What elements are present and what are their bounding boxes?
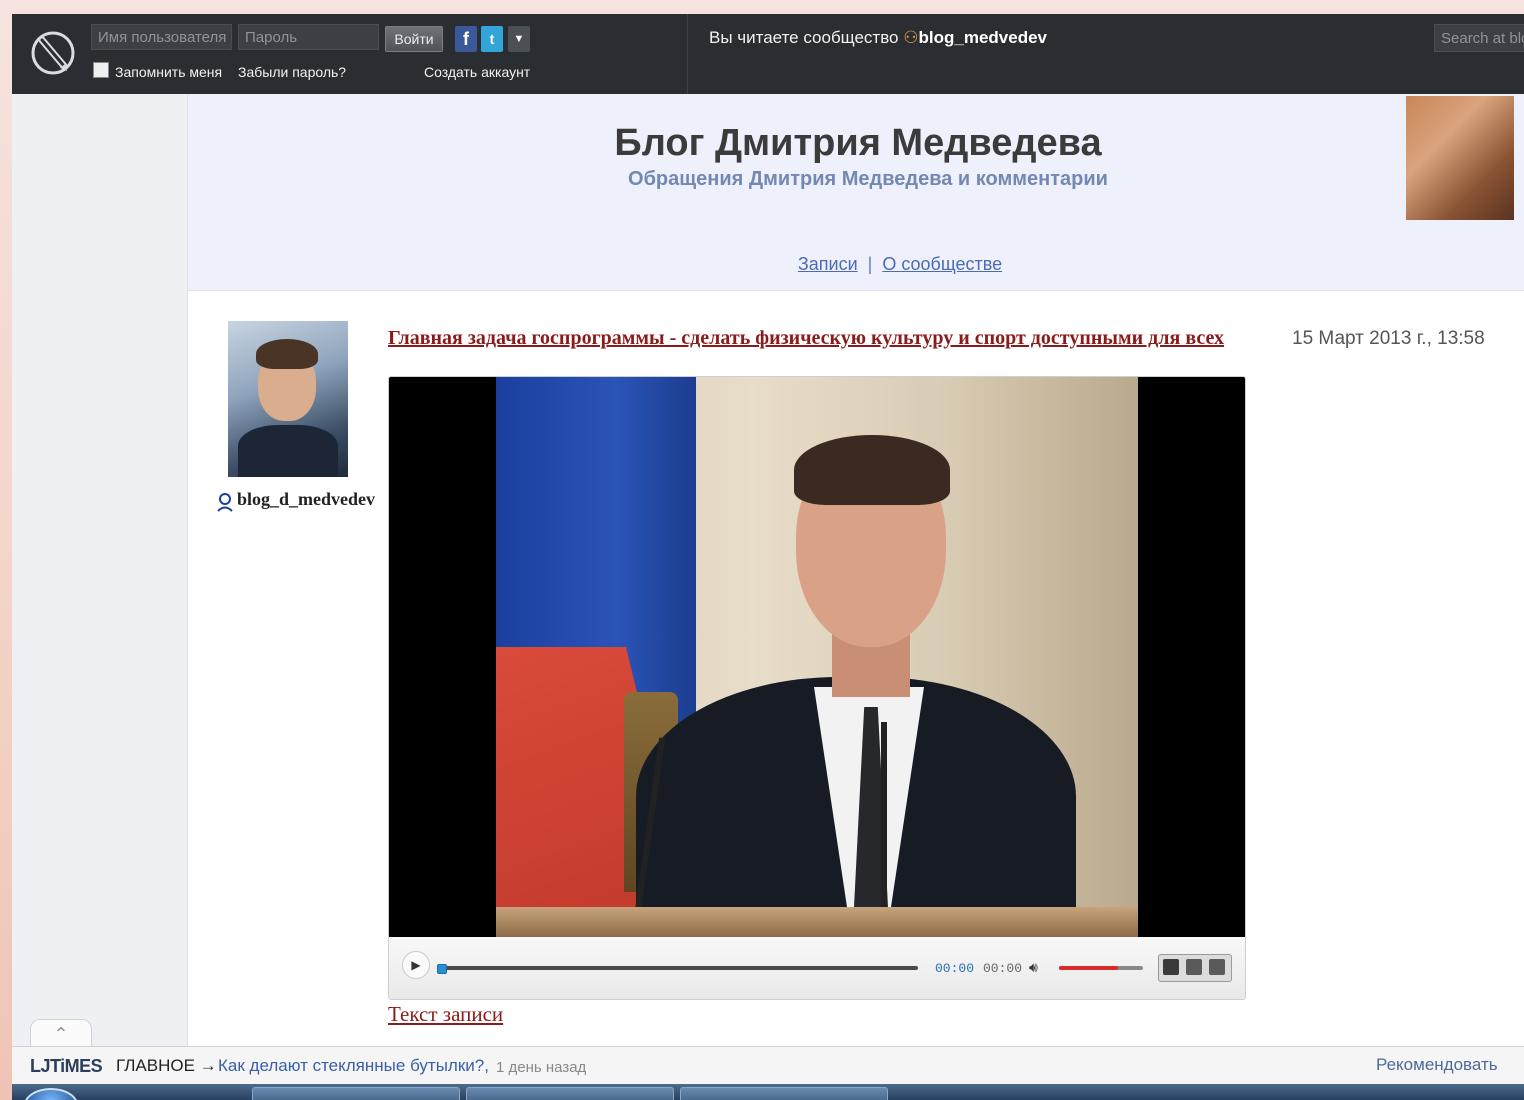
blog-subtitle: Обращения Дмитрия Медведева и комментари… [628, 168, 1108, 190]
size-large-icon[interactable] [1209, 959, 1225, 975]
community-icon: ⚇ [903, 28, 919, 47]
size-medium-icon[interactable] [1186, 959, 1202, 975]
start-orb-icon[interactable] [24, 1088, 78, 1100]
volume-icon[interactable]: 🔊︎ [1029, 959, 1038, 976]
video-still [496, 377, 1138, 937]
volume-slider[interactable] [1059, 966, 1143, 970]
header-avatar [1406, 96, 1514, 220]
author-username[interactable]: blog_d_medvedev [237, 489, 375, 510]
news-link[interactable]: Как делают стеклянные бутылки?, [218, 1056, 489, 1076]
username-input[interactable]: Имя пользователя [91, 24, 232, 50]
player-size-buttons [1158, 954, 1232, 982]
blog-nav: Записи | О сообществе [188, 254, 1524, 275]
main-news-label: ГЛАВНОЕ → [116, 1056, 217, 1075]
forgot-password-link[interactable]: Забыли пароль? [238, 64, 346, 80]
post-title-link[interactable]: Главная задача госпрограммы - сделать фи… [388, 327, 1224, 350]
ljtimes-bar: LJTiMES ГЛАВНОЕ → Как делают стеклянные … [12, 1046, 1524, 1085]
taskbar-button-1[interactable] [252, 1087, 460, 1100]
blog-title: Блог Дмитрия Медведева [614, 122, 1102, 164]
user-icon[interactable] [217, 492, 233, 512]
news-age: 1 день назад [496, 1059, 587, 1076]
left-sidebar [12, 94, 188, 1074]
video-frame[interactable] [389, 377, 1245, 937]
current-time: 00:00 [935, 961, 975, 976]
chevron-up-icon[interactable]: ⌃ [30, 1019, 92, 1048]
remember-me-checkbox[interactable] [93, 62, 109, 78]
volume-level [1059, 966, 1118, 970]
chevron-down-icon[interactable]: ▼ [508, 26, 530, 52]
remember-me-label[interactable]: Запомнить меня [115, 64, 222, 80]
video-player[interactable]: ▶ 00:00 00:00 🔊︎ [388, 376, 1246, 1000]
twitter-icon[interactable]: t [481, 26, 503, 52]
userpic-suit [238, 425, 338, 477]
login-button[interactable]: Войти [385, 26, 443, 52]
taskbar-button-2[interactable] [466, 1087, 674, 1100]
userpic-hair [256, 339, 318, 369]
nav-about-link[interactable]: О сообществе [882, 254, 1002, 274]
speaker-hair [794, 435, 950, 505]
total-time: 00:00 [983, 961, 1023, 976]
recommend-link[interactable]: Рекомендовать [1376, 1055, 1498, 1075]
size-small-icon[interactable] [1163, 959, 1179, 975]
password-input[interactable]: Пароль [238, 24, 379, 50]
ljtimes-logo[interactable]: LJTiMES [30, 1056, 103, 1077]
nav-entries-link[interactable]: Записи [798, 254, 858, 274]
desk [496, 907, 1138, 937]
blog-header: Блог Дмитрия Медведева Обращения Дмитрия… [188, 94, 1524, 291]
post-date: 15 Март 2013 г., 13:58 [1292, 328, 1485, 349]
taskbar-button-3[interactable] [680, 1087, 888, 1100]
progress-handle[interactable] [437, 964, 447, 974]
facebook-icon[interactable]: f [455, 26, 477, 52]
microphone-right [881, 722, 887, 927]
progress-bar[interactable] [437, 964, 918, 974]
topbar-divider [687, 14, 688, 94]
post-text-link[interactable]: Текст записи [388, 1002, 503, 1027]
lj-topbar: Имя пользователя Пароль Войти f t ▼ Запо… [12, 14, 1524, 94]
nav-separator: | [867, 254, 873, 274]
create-account-link[interactable]: Создать аккаунт [424, 64, 530, 80]
author-userpic[interactable] [228, 321, 348, 477]
windows-taskbar [12, 1084, 1524, 1100]
community-link[interactable]: blog_medvedev [919, 28, 1048, 47]
search-input[interactable]: Search at blo [1434, 24, 1524, 52]
reading-prefix: Вы читаете сообщество [709, 28, 899, 47]
player-controls: ▶ 00:00 00:00 🔊︎ [389, 937, 1245, 999]
browser-screen: Имя пользователя Пароль Войти f t ▼ Запо… [12, 14, 1524, 1100]
livejournal-logo-icon[interactable] [30, 28, 76, 78]
reading-community-notice: Вы читаете сообщество ⚇blog_medvedev [709, 28, 1047, 48]
play-icon[interactable]: ▶ [402, 951, 430, 979]
